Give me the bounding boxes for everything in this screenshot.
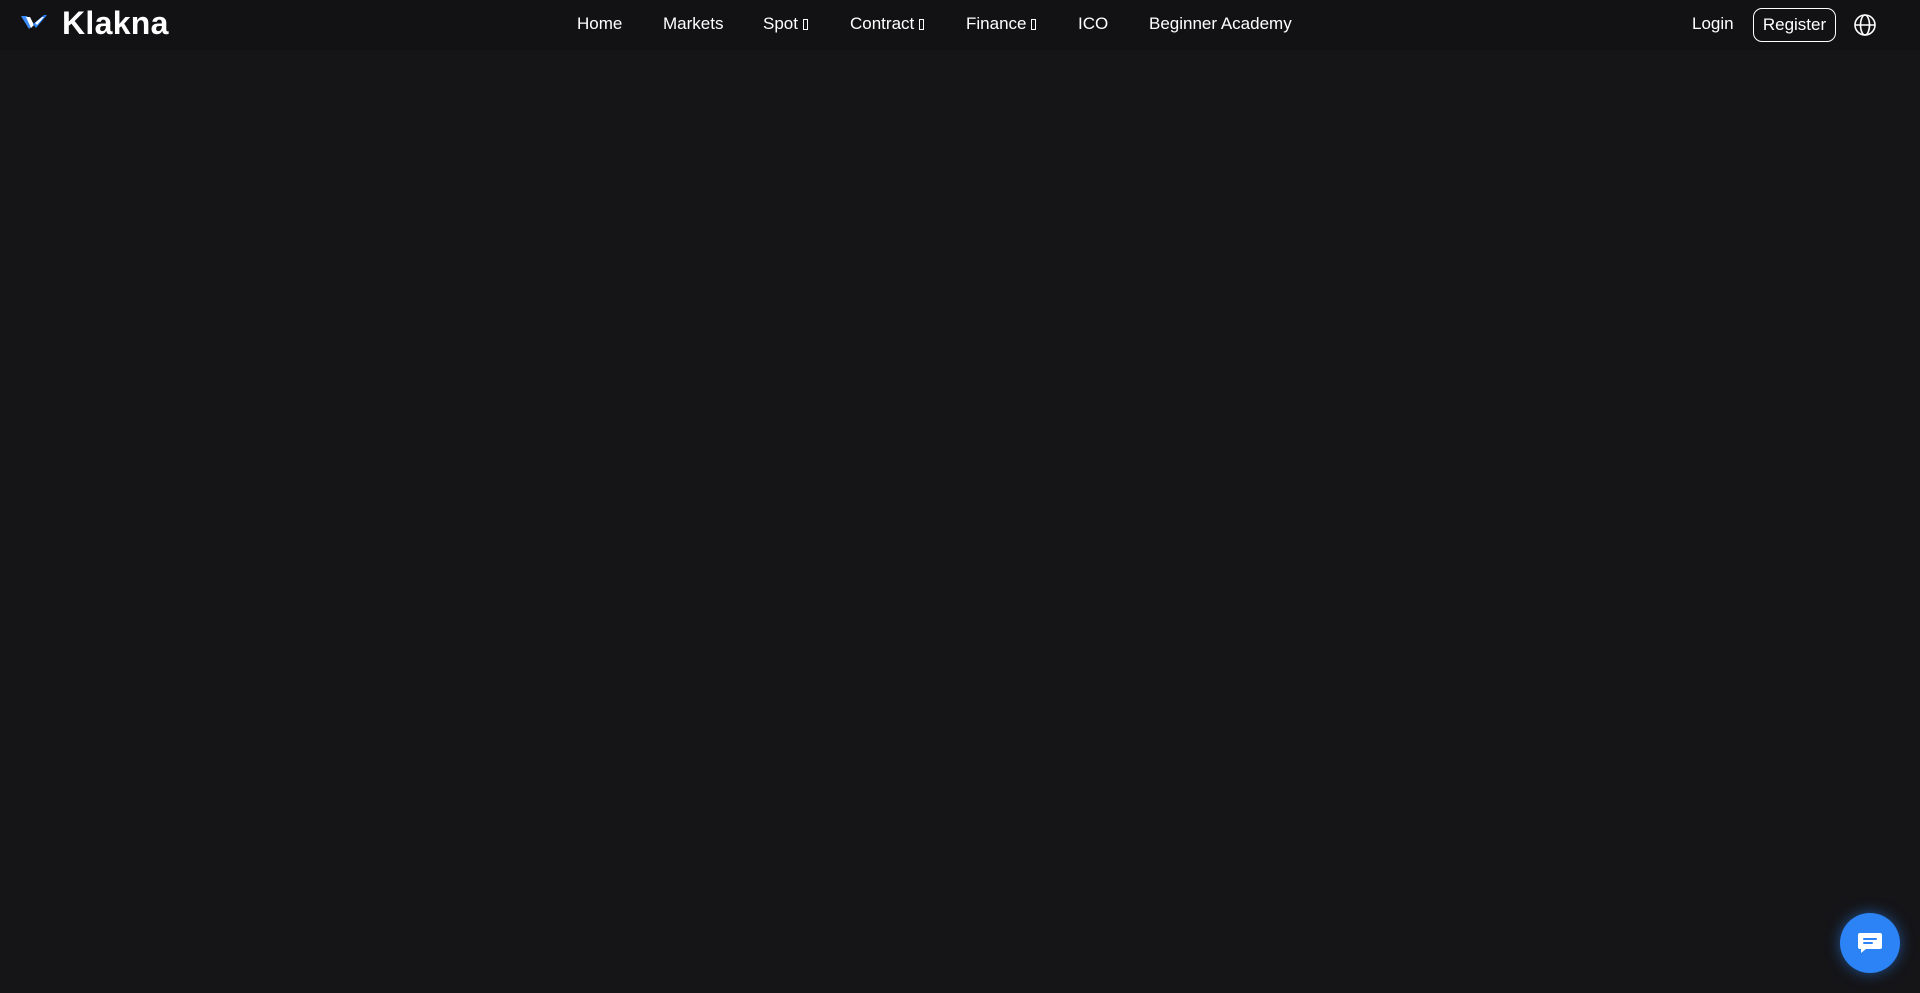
brand-logo-icon [21,15,47,29]
brand[interactable]: Klakna [20,4,169,46]
nav-item-label: Spot [763,14,798,33]
nav-item-finance[interactable]: Finance [966,14,1037,34]
language-selector[interactable] [1853,13,1877,37]
chevron-down-icon [802,19,808,30]
nav-item-markets[interactable]: Markets [663,14,723,34]
nav-item-label: Finance [966,14,1027,33]
chevron-down-icon [1031,19,1037,30]
chevron-down-icon [919,19,925,30]
nav-item-ico[interactable]: ICO [1078,14,1108,34]
nav-item-label: ICO [1078,14,1109,33]
nav-item-label: Contract [850,14,915,33]
nav-item-label: Beginner Academy [1149,14,1292,33]
brand-name: Klakna [62,4,169,41]
chat-bubble-icon [1858,933,1882,953]
nav-item-contract[interactable]: Contract [850,14,925,34]
nav-item-beginner-academy[interactable]: Beginner Academy [1149,14,1292,34]
register-button[interactable]: Register [1753,8,1836,42]
nav-item-label: Home [577,14,623,33]
nav-item-spot[interactable]: Spot [763,14,808,34]
login-link[interactable]: Login [1692,14,1734,34]
chat-button[interactable] [1840,913,1900,973]
nav-item-home[interactable]: Home [577,14,622,34]
top-navigation-bar: Klakna Home Markets Spot Contract Financ… [0,0,1920,50]
globe-icon [1854,14,1876,36]
nav-item-label: Markets [663,14,724,33]
